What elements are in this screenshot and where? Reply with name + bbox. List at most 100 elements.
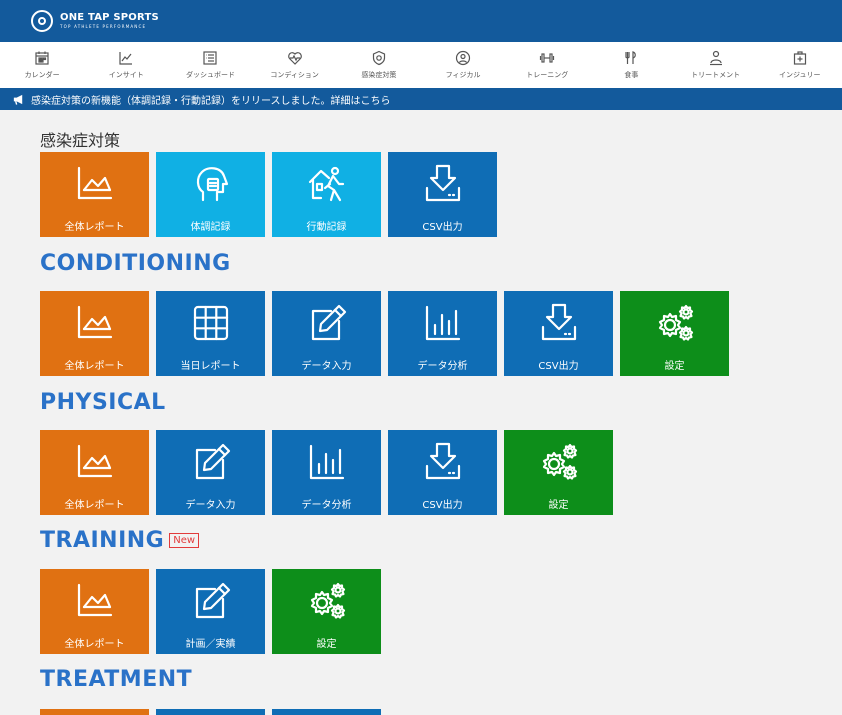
section-title-training: TRAINING New: [40, 528, 200, 553]
section-title-treatment: TREATMENT: [40, 667, 193, 692]
app-header: ONE TAP SPORTS TOP ATHLETE PERFORMANCE: [0, 0, 842, 42]
tile-data-input[interactable]: データ入力: [156, 430, 265, 515]
nav-item-insight[interactable]: インサイト: [84, 42, 168, 88]
treatment-icon: [709, 50, 722, 66]
nav-label: インサイト: [108, 71, 144, 79]
brand-name: ONE TAP SPORTS: [60, 12, 159, 23]
tile-data-input[interactable]: データ入力: [272, 291, 381, 376]
edit-icon: [195, 443, 230, 480]
tile-overall-report[interactable]: [40, 709, 149, 715]
nav-label: コンディション: [270, 71, 319, 79]
tile-label: 設定: [664, 361, 685, 372]
tile-label: 全体レポート: [64, 361, 125, 372]
tile-label: 全体レポート: [64, 639, 125, 650]
edit-icon: [195, 582, 230, 619]
announcement-bar[interactable]: 感染症対策の新機能（体調記録・行動記録）をリリースしました。詳細はこちら: [0, 88, 842, 110]
edit-icon: [311, 304, 346, 341]
logo-icon: [31, 10, 53, 32]
person-icon: [455, 50, 471, 66]
gears-icon: [310, 582, 345, 619]
tile-csv-export[interactable]: CSV出力: [388, 430, 497, 515]
tile-overall-report[interactable]: 全体レポート: [40, 291, 149, 376]
dashboard-icon: [203, 51, 218, 65]
heart-icon: [287, 52, 302, 65]
tile-data-analysis[interactable]: データ分析: [388, 291, 497, 376]
tile-treatment-2[interactable]: [156, 709, 265, 715]
tile-daily-report[interactable]: 当日レポート: [156, 291, 265, 376]
tile-health-record[interactable]: 体調記録: [156, 152, 265, 237]
nav-label: 食事: [624, 71, 639, 79]
nav-item-calendar[interactable]: カレンダー: [0, 42, 84, 88]
tile-label: 当日レポート: [180, 361, 241, 372]
tile-settings[interactable]: 設定: [620, 291, 729, 376]
tile-overall-report[interactable]: 全体レポート: [40, 430, 149, 515]
nav-label: フィジカル: [445, 71, 481, 79]
section-title-infection: 感染症対策: [40, 131, 121, 150]
megaphone-icon: [13, 94, 23, 105]
tile-settings[interactable]: 設定: [504, 430, 613, 515]
chart-icon: [77, 583, 112, 617]
bar-chart-icon: [425, 305, 460, 341]
insight-icon: [119, 52, 133, 65]
chart-icon: [77, 305, 112, 339]
announcement-text[interactable]: 感染症対策の新機能（体調記録・行動記録）をリリースしました。詳細はこちら: [31, 92, 391, 107]
tiles-conditioning: 全体レポート 当日レポート データ入力 データ分析 CSV出力 設定: [40, 291, 736, 376]
nav-label: トリートメント: [691, 71, 741, 79]
section-title-physical: PHYSICAL: [40, 390, 166, 415]
section-title-training-text: TRAINING: [40, 528, 165, 553]
tile-overall-report[interactable]: 全体レポート: [40, 152, 149, 237]
nav-label: トレーニング: [526, 71, 569, 79]
nav-item-injury[interactable]: インジュリー: [758, 42, 842, 88]
bar-chart-icon: [309, 444, 344, 480]
gears-icon: [658, 304, 693, 341]
gears-icon: [542, 443, 577, 480]
tile-label: CSV出力: [422, 500, 463, 511]
download-icon: [425, 442, 460, 480]
tile-label: 全体レポート: [64, 500, 125, 511]
tile-csv-export[interactable]: CSV出力: [504, 291, 613, 376]
tile-label: 行動記録: [306, 222, 347, 233]
head-icon: [196, 167, 228, 202]
app-logo[interactable]: ONE TAP SPORTS TOP ATHLETE PERFORMANCE: [31, 10, 159, 32]
chart-icon: [77, 166, 112, 200]
main-nav: カレンダー インサイト ダッシュボード コンディション 感染症対策 フィジカル …: [0, 42, 842, 88]
nav-item-meal[interactable]: 食事: [589, 42, 673, 88]
tile-treatment-3[interactable]: [272, 709, 381, 715]
chart-icon: [77, 444, 112, 478]
tile-label: 全体レポート: [64, 222, 125, 233]
tile-data-analysis[interactable]: データ分析: [272, 430, 381, 515]
walk-icon: [308, 166, 344, 202]
tile-settings[interactable]: 設定: [272, 569, 381, 654]
tile-label: 設定: [316, 639, 337, 650]
brand-tagline: TOP ATHLETE PERFORMANCE: [60, 24, 147, 29]
dumbbell-icon: [540, 53, 555, 63]
nav-label: 感染症対策: [361, 71, 397, 79]
tiles-physical: 全体レポート データ入力 データ分析 CSV出力 設定: [40, 430, 620, 515]
download-icon: [425, 164, 460, 202]
nav-label: ダッシュボード: [185, 71, 235, 79]
tile-label: CSV出力: [538, 361, 579, 372]
tile-csv-export[interactable]: CSV出力: [388, 152, 497, 237]
injury-icon: [793, 51, 806, 65]
tile-label: 設定: [548, 500, 569, 511]
nav-item-condition[interactable]: コンディション: [253, 42, 337, 88]
shield-icon: [372, 50, 385, 66]
tiles-training: 全体レポート 計画／実績 設定: [40, 569, 388, 654]
tile-label: データ分析: [301, 500, 352, 511]
tile-plan-actual[interactable]: 計画／実績: [156, 569, 265, 654]
nav-item-training[interactable]: トレーニング: [505, 42, 589, 88]
nav-label: カレンダー: [24, 71, 60, 79]
nav-item-infection[interactable]: 感染症対策: [337, 42, 421, 88]
tile-label: データ分析: [417, 361, 468, 372]
meal-icon: [625, 51, 637, 64]
tiles-treatment: [40, 709, 388, 715]
nav-item-dashboard[interactable]: ダッシュボード: [168, 42, 252, 88]
tile-label: データ入力: [185, 500, 236, 511]
tile-label: データ入力: [301, 361, 352, 372]
nav-item-physical[interactable]: フィジカル: [421, 42, 505, 88]
tile-label: CSV出力: [422, 222, 463, 233]
nav-item-treatment[interactable]: トリートメント: [674, 42, 758, 88]
grid-icon: [193, 305, 228, 341]
tile-activity-record[interactable]: 行動記録: [272, 152, 381, 237]
tile-overall-report[interactable]: 全体レポート: [40, 569, 149, 654]
